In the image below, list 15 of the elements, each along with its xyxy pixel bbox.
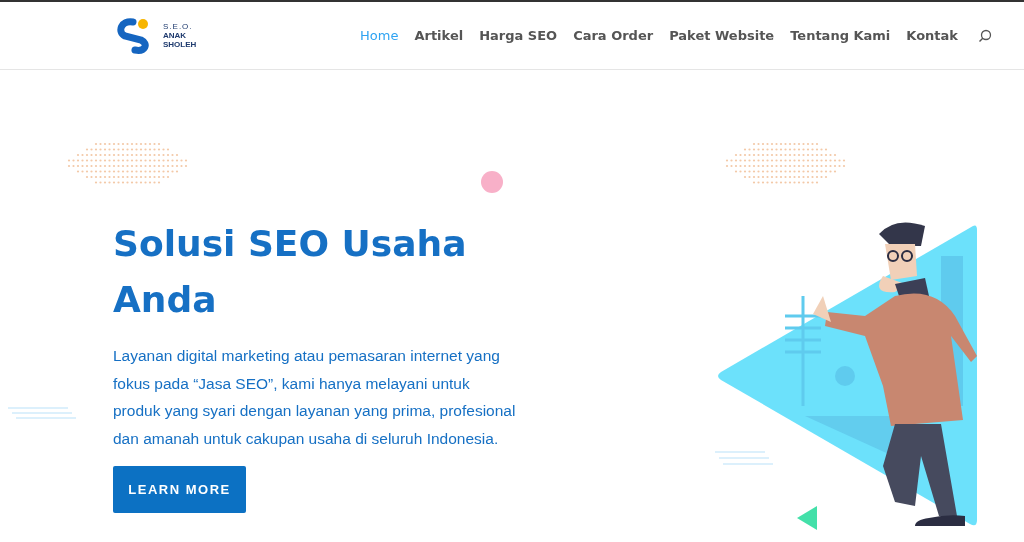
line-decoration-icon [8, 406, 76, 420]
search-icon[interactable] [978, 28, 992, 43]
logo-text: ANAK [163, 31, 188, 40]
logo-text: S.E.O. [163, 22, 194, 31]
nav-link[interactable]: Kontak [906, 25, 958, 46]
nav-link[interactable]: Paket Website [669, 25, 775, 46]
nav-link[interactable]: Artikel [414, 25, 464, 46]
hero-description: Layanan digital marketing atau pemasaran internet yang fokus pada “Jasa SEO”, kami hanya melayani untuk produk yang syari dengan layanan yang prima, profesional dan amanah untuk cakupan usaha di seluruh Indonesia. [113, 346, 517, 449]
logo-text: SHOLEH [163, 40, 197, 49]
nav-link[interactable]: Harga SEO [479, 25, 558, 46]
nav-link[interactable]: Tentang Kami [790, 25, 891, 46]
circle-decoration-icon [480, 170, 504, 194]
nav-link[interactable]: Cara Order [573, 25, 654, 46]
hero-title: Solusi SEO Usaha Anda [113, 222, 468, 322]
learn-more-button[interactable]: LEARN MORE [113, 466, 246, 513]
